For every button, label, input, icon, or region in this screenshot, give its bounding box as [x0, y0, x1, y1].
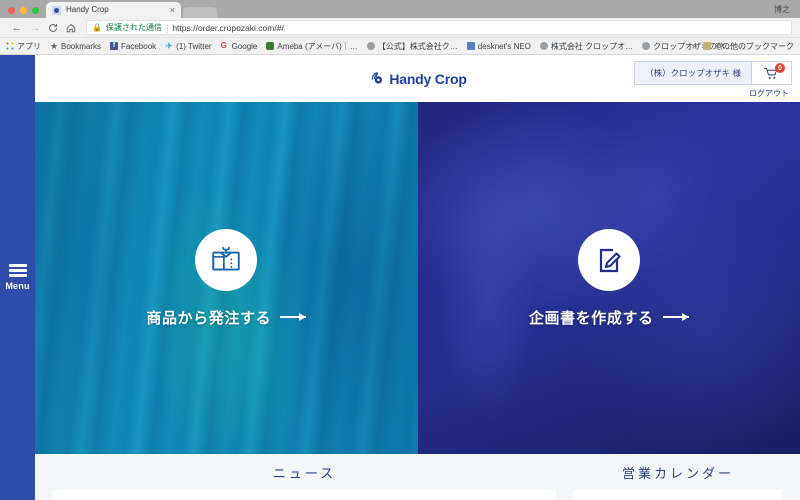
bookmark-label: desknet's NEO — [477, 41, 531, 51]
profile-name[interactable]: 博之 — [774, 4, 790, 15]
hero-panel-order-from-products[interactable]: 商品から発注する — [35, 102, 418, 454]
bookmarks-bar-right: » その他のブックマーク — [692, 41, 794, 52]
arrow-right-icon — [280, 313, 307, 321]
ameba-icon — [266, 42, 275, 50]
hero-inner: 商品から発注する — [146, 228, 307, 328]
bookmark-crop-ozaki[interactable]: 株式会社 クロップオ… — [539, 41, 634, 52]
forward-icon[interactable]: → — [26, 19, 44, 37]
bookmark-label: 【公式】株式会社ク… — [377, 41, 458, 51]
calendar-section-title: 営業カレンダー — [621, 466, 734, 481]
site-logo[interactable]: Handy Crop — [368, 70, 467, 87]
cart-button[interactable]: 0 — [751, 62, 791, 84]
hero-panel-create-proposal[interactable]: 企画書を作成する — [417, 102, 800, 454]
cart-count-badge: 0 — [775, 63, 785, 73]
hero-icon-circle — [195, 228, 258, 291]
hero-section: 商品から発注する 企画書を作成する — [35, 102, 800, 454]
bookmark-label: (1) Twitter — [176, 41, 212, 51]
globe-icon — [366, 42, 375, 50]
window-controls[interactable] — [0, 7, 46, 18]
facebook-icon: f — [110, 42, 119, 50]
hero-inner: 企画書を作成する — [529, 228, 689, 328]
business-calendar: ◄ 3月 2018 ► 日 月 火 水 木 金 土 — [574, 490, 782, 500]
news-list: 2018年02月06日 クロップオザキへ秋葉原駅からの道のり 2018年01月3… — [53, 490, 556, 500]
folder-icon — [703, 42, 711, 50]
bottom-section: ニュース 2018年02月06日 クロップオザキへ秋葉原駅からの道のり 2018… — [35, 454, 800, 500]
address-bar[interactable]: 🔒 保護された通信 | https://order.cropozaki.com/… — [86, 20, 792, 35]
logout-link[interactable]: ログアウト — [749, 88, 792, 99]
hero-icon-circle — [577, 228, 640, 291]
bookmark-google[interactable]: G Google — [221, 42, 258, 51]
bookmarks-bar: アプリ ★ Bookmarks f Facebook ✈ (1) Twitter… — [0, 38, 800, 55]
browser-toolbar: ← → 🔒 保護された通信 | https://order.cropozaki.… — [0, 18, 800, 38]
calendar-card: ◄ 3月 2018 ► 日 月 火 水 木 金 土 — [574, 490, 782, 500]
bookmark-label: 株式会社 クロップオ… — [550, 41, 634, 51]
calendar-column: 営業カレンダー ◄ 3月 2018 ► 日 月 火 水 木 — [574, 454, 782, 500]
back-icon[interactable]: ← — [8, 19, 26, 37]
bookmark-label: Bookmarks — [61, 41, 102, 51]
news-column: ニュース 2018年02月06日 クロップオザキへ秋葉原駅からの道のり 2018… — [53, 454, 556, 500]
reload-icon[interactable] — [44, 19, 62, 37]
bookmark-label: Ameba (アメーバ)｜… — [277, 41, 358, 51]
bookmarks-overflow-icon[interactable]: » — [692, 41, 697, 51]
hero-label-text: 商品から発注する — [146, 309, 272, 327]
arrow-right-icon — [662, 313, 689, 321]
tab-favicon-icon — [52, 5, 61, 15]
hero-label-text: 企画書を作成する — [528, 309, 654, 327]
hero-label-order-from-products: 商品から発注する — [146, 307, 307, 328]
bookmark-apps[interactable]: アプリ — [6, 41, 41, 52]
home-icon[interactable] — [62, 19, 80, 37]
site-header: Handy Crop （株）クロップオザキ 様 0 ログアウト — [35, 55, 800, 102]
twitter-icon: ✈ — [165, 41, 173, 51]
globe-icon — [642, 42, 651, 50]
bookmark-bookmarks[interactable]: ★ Bookmarks — [50, 42, 101, 51]
tab-title: Handy Crop — [66, 5, 109, 14]
bookmark-ameba[interactable]: Ameba (アメーバ)｜… — [266, 41, 358, 52]
sidebar-menu-label: Menu — [5, 280, 30, 291]
close-window-button[interactable] — [8, 7, 15, 14]
maximize-window-button[interactable] — [32, 7, 39, 14]
bookmark-label: Google — [231, 41, 258, 51]
bookmark-desknet[interactable]: desknet's NEO — [466, 41, 531, 51]
other-bookmarks-label: その他のブックマーク — [714, 41, 794, 51]
site-logo-text: Handy Crop — [389, 70, 467, 87]
security-status: 保護された通信 — [105, 23, 162, 32]
hamburger-icon[interactable] — [8, 264, 27, 277]
news-section-title: ニュース — [272, 466, 337, 481]
handy-crop-logo-icon — [368, 70, 385, 87]
minimize-window-button[interactable] — [20, 7, 27, 14]
bookmark-label: アプリ — [17, 41, 41, 51]
url-text: https://order.cropozaki.com/#/ — [172, 22, 284, 33]
bookmark-label: Facebook — [121, 41, 157, 51]
hero-label-create-proposal: 企画書を作成する — [529, 307, 689, 328]
bookmark-twitter[interactable]: ✈ (1) Twitter — [165, 42, 211, 51]
shirt-icon — [212, 246, 240, 271]
apps-grid-icon — [6, 42, 14, 50]
user-box: （株）クロップオザキ 様 0 — [634, 61, 792, 85]
bookmark-facebook[interactable]: f Facebook — [110, 42, 156, 51]
page-content: Menu Handy Crop （株）クロップオザキ 様 0 ログアウト 商品か… — [0, 55, 800, 500]
globe-icon — [539, 42, 548, 50]
sidebar-menu[interactable]: Menu — [0, 55, 35, 500]
bookmark-official-crop[interactable]: 【公式】株式会社ク… — [366, 41, 458, 52]
google-icon: G — [220, 41, 227, 50]
desknet-icon — [466, 42, 475, 50]
new-tab-button[interactable] — [183, 7, 217, 18]
tab-strip: Handy Crop × 博之 — [0, 0, 800, 18]
account-name: （株）クロップオザキ 様 — [645, 68, 741, 78]
other-bookmarks-button[interactable]: その他のブックマーク — [703, 41, 794, 52]
star-icon: ★ — [50, 41, 59, 51]
news-card: 2018年02月06日 クロップオザキへ秋葉原駅からの道のり 2018年01月3… — [53, 490, 556, 500]
lock-icon: 🔒 — [92, 22, 102, 32]
browser-tab[interactable]: Handy Crop × — [46, 2, 181, 18]
tab-close-icon[interactable]: × — [170, 5, 177, 15]
calendar-header: ◄ 3月 2018 ► — [584, 496, 772, 500]
browser-window: Handy Crop × 博之 ← → 🔒 保護された通信 | https://… — [0, 0, 800, 500]
header-account-area: （株）クロップオザキ 様 0 ログアウト — [634, 61, 792, 99]
omnibox-divider: | — [165, 22, 169, 33]
edit-document-icon — [599, 248, 621, 272]
